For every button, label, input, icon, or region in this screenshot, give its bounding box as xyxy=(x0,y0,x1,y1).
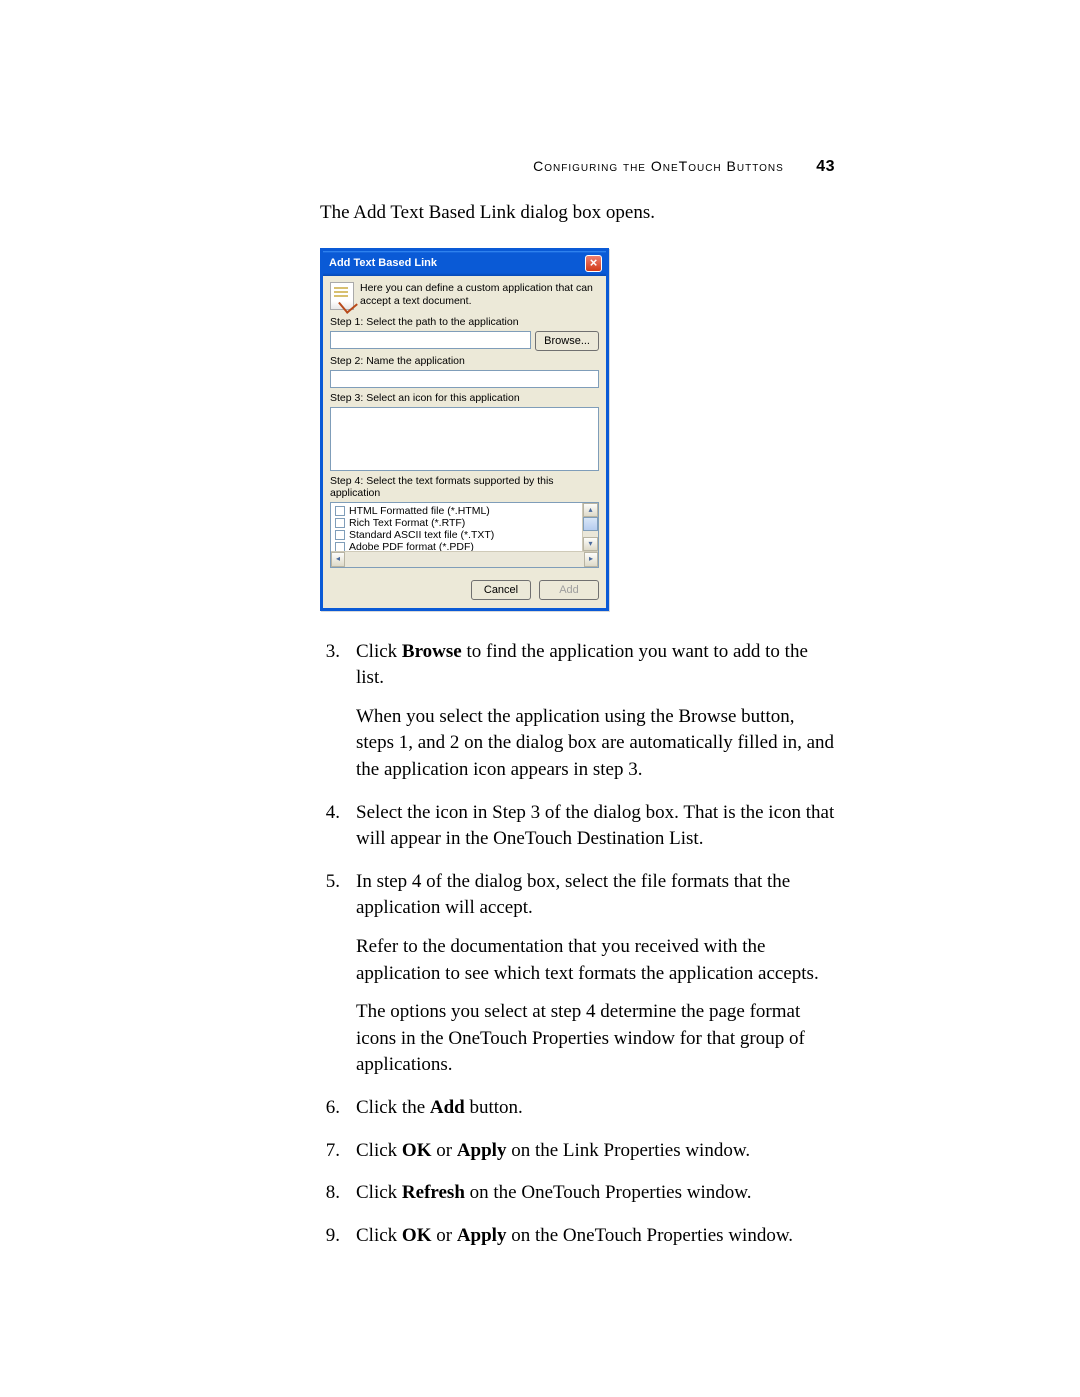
scroll-down-icon[interactable]: ▾ xyxy=(583,537,598,551)
step-5: 5. In step 4 of the dialog box, select t… xyxy=(320,869,835,1091)
checkbox-icon[interactable] xyxy=(335,506,345,516)
step-text: Click the Add button. xyxy=(356,1095,835,1134)
step-text: In step 4 of the dialog box, select the … xyxy=(356,869,835,1091)
step-9: 9. Click OK or Apply on the OneTouch Pro… xyxy=(320,1223,835,1262)
cancel-button[interactable]: Cancel xyxy=(471,580,531,600)
format-label: Adobe PDF format (*.PDF) xyxy=(349,541,474,551)
step-number: 4. xyxy=(320,800,340,865)
bold-ok: OK xyxy=(402,1225,432,1246)
step-number: 9. xyxy=(320,1223,340,1262)
list-item[interactable]: HTML Formatted file (*.HTML) xyxy=(335,505,578,517)
t: Click xyxy=(356,1225,402,1246)
t: on the Link Properties window. xyxy=(506,1140,750,1161)
scroll-right-icon[interactable]: ▸ xyxy=(584,552,598,567)
step1-label: Step 1: Select the path to the applicati… xyxy=(330,316,599,328)
format-label: Rich Text Format (*.RTF) xyxy=(349,517,465,529)
bold-add: Add xyxy=(430,1097,465,1118)
section-title: Configuring the OneTouch Buttons xyxy=(533,158,784,174)
list-item[interactable]: Standard ASCII text file (*.TXT) xyxy=(335,529,578,541)
scroll-up-icon[interactable]: ▴ xyxy=(583,503,598,517)
dialog-titlebar[interactable]: Add Text Based Link × xyxy=(323,251,606,276)
step-8: 8. Click Refresh on the OneTouch Propert… xyxy=(320,1180,835,1219)
scroll-thumb[interactable] xyxy=(583,517,598,531)
checkbox-icon[interactable] xyxy=(335,530,345,540)
t: on the OneTouch Properties window. xyxy=(506,1225,793,1246)
dialog-body: Here you can define a custom application… xyxy=(323,276,606,608)
list-item[interactable]: Rich Text Format (*.RTF) xyxy=(335,517,578,529)
step-text: Click Refresh on the OneTouch Properties… xyxy=(356,1180,835,1219)
document-icon xyxy=(330,282,354,310)
horizontal-scrollbar[interactable]: ◂ ▸ xyxy=(331,551,598,567)
dialog-actions: Cancel Add xyxy=(330,580,599,600)
page-number: 43 xyxy=(816,158,835,175)
step-number: 7. xyxy=(320,1138,340,1177)
format-list: HTML Formatted file (*.HTML) Rich Text F… xyxy=(330,502,599,568)
add-button[interactable]: Add xyxy=(539,580,599,600)
t: or xyxy=(431,1140,456,1161)
dialog-title: Add Text Based Link xyxy=(329,257,437,269)
info-text: Here you can define a custom application… xyxy=(360,282,599,310)
step-7: 7. Click OK or Apply on the Link Propert… xyxy=(320,1138,835,1177)
t: The options you select at step 4 determi… xyxy=(356,999,835,1079)
format-list-items: HTML Formatted file (*.HTML) Rich Text F… xyxy=(331,503,582,551)
bold-apply: Apply xyxy=(457,1225,507,1246)
t: on the OneTouch Properties window. xyxy=(465,1182,752,1203)
add-text-based-link-dialog: Add Text Based Link × Here you can defin… xyxy=(320,248,609,611)
t: Select the icon in Step 3 of the dialog … xyxy=(356,800,835,853)
t: Click xyxy=(356,1140,402,1161)
close-icon[interactable]: × xyxy=(585,255,602,272)
bold-ok: OK xyxy=(402,1140,432,1161)
step-number: 8. xyxy=(320,1180,340,1219)
vertical-scrollbar[interactable]: ▴ ▾ xyxy=(582,503,598,551)
instruction-steps: 3. Click Browse to find the application … xyxy=(320,639,835,1262)
application-path-input[interactable] xyxy=(330,331,531,349)
checkbox-icon[interactable] xyxy=(335,518,345,528)
application-name-input[interactable] xyxy=(330,370,599,388)
browse-button[interactable]: Browse... xyxy=(535,331,599,351)
checkbox-icon[interactable] xyxy=(335,542,345,551)
bold-browse: Browse xyxy=(402,641,462,662)
step2-label: Step 2: Name the application xyxy=(330,355,599,367)
step-text: Click Browse to find the application you… xyxy=(356,639,835,796)
intro-text: The Add Text Based Link dialog box opens… xyxy=(320,200,835,226)
step-text: Select the icon in Step 3 of the dialog … xyxy=(356,800,835,865)
t: or xyxy=(431,1225,456,1246)
t: Click the xyxy=(356,1097,430,1118)
step-number: 6. xyxy=(320,1095,340,1134)
scroll-track-h[interactable] xyxy=(345,552,584,567)
info-row: Here you can define a custom application… xyxy=(330,282,599,310)
step3-label: Step 3: Select an icon for this applicat… xyxy=(330,392,599,404)
bold-apply: Apply xyxy=(457,1140,507,1161)
step-text: Click OK or Apply on the Link Properties… xyxy=(356,1138,835,1177)
step-text: Click OK or Apply on the OneTouch Proper… xyxy=(356,1223,835,1262)
step-number: 5. xyxy=(320,869,340,1091)
step4-label: Step 4: Select the text formats supporte… xyxy=(330,475,599,499)
t: When you select the application using th… xyxy=(356,704,835,784)
step-4: 4. Select the icon in Step 3 of the dial… xyxy=(320,800,835,865)
format-label: HTML Formatted file (*.HTML) xyxy=(349,505,490,517)
step-6: 6. Click the Add button. xyxy=(320,1095,835,1134)
step1-row: Browse... xyxy=(330,331,599,351)
t: button. xyxy=(465,1097,523,1118)
running-header: Configuring the OneTouch Buttons 43 xyxy=(533,158,835,176)
t: In step 4 of the dialog box, select the … xyxy=(356,869,835,922)
page: Configuring the OneTouch Buttons 43 The … xyxy=(0,0,1080,1397)
format-label: Standard ASCII text file (*.TXT) xyxy=(349,529,494,541)
bold-refresh: Refresh xyxy=(402,1182,465,1203)
step-number: 3. xyxy=(320,639,340,796)
t: Click xyxy=(356,641,402,662)
t: Click xyxy=(356,1182,402,1203)
list-item[interactable]: Adobe PDF format (*.PDF) xyxy=(335,541,578,551)
step-3: 3. Click Browse to find the application … xyxy=(320,639,835,796)
scroll-left-icon[interactable]: ◂ xyxy=(331,552,345,567)
icon-selection-box[interactable] xyxy=(330,407,599,471)
t: Refer to the documentation that you rece… xyxy=(356,934,835,987)
